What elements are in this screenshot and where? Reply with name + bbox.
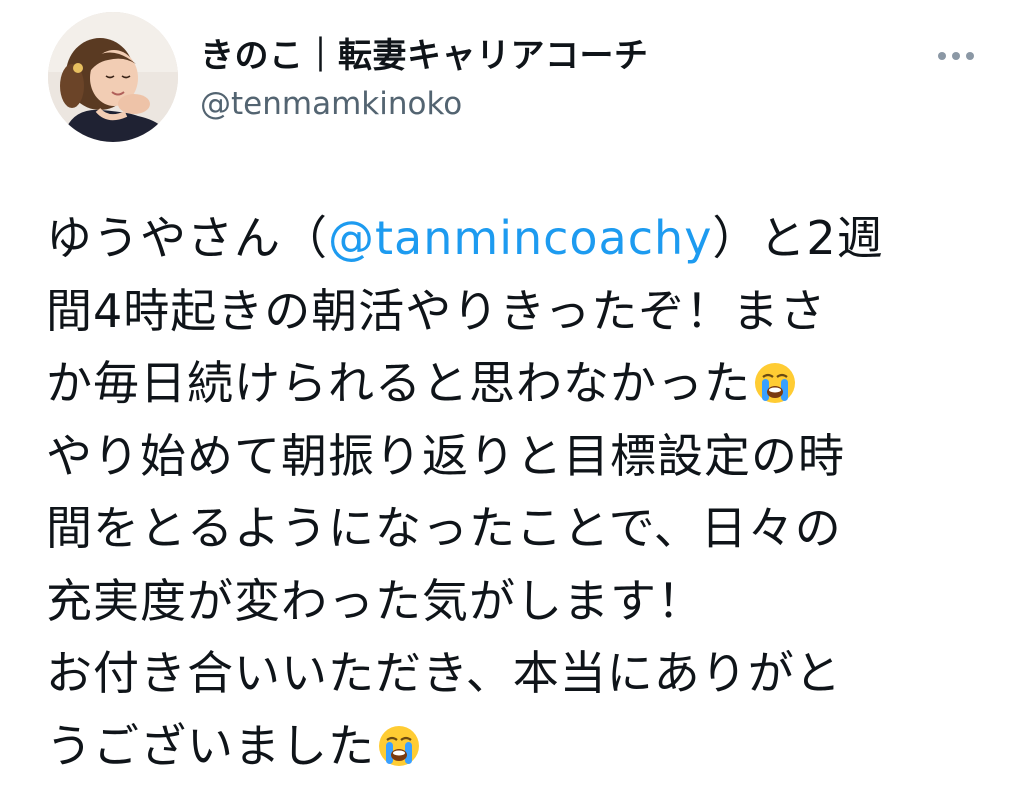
tweet-text-segment: ゆうやさん（ <box>46 211 328 265</box>
loudly-crying-face-icon <box>377 724 421 768</box>
mention-link[interactable]: @tanmincoachy <box>328 211 712 265</box>
author-display-name[interactable]: きのこ｜転妻キャリアコーチ <box>200 28 649 77</box>
avatar[interactable] <box>48 12 178 142</box>
tweet-line-7: お付き合いいただき、本当にありがと <box>46 646 842 700</box>
tweet-text: ゆうやさん（@tanmincoachy）と2週 間4時起きの朝活やりきったぞ！ま… <box>46 202 1006 782</box>
tweet-line-6: 充実度が変わった気がします！ <box>46 573 704 628</box>
tweet-line-5: 間をとるようになったことで、日々の <box>46 501 842 555</box>
tweet-text-segment: うございました <box>46 718 375 773</box>
tweet-line-3: か毎日続けられると思わなかった <box>46 347 1006 420</box>
tweet-text-segment: ）と2週 <box>712 211 884 265</box>
more-horizontal-icon[interactable] <box>936 50 976 62</box>
tweet-line-4: やり始めて朝振り返りと目標設定の時 <box>46 428 845 483</box>
author-handle[interactable]: @tenmamkinoko <box>200 86 462 122</box>
tweet-text-segment: か毎日続けられると思わなかった <box>46 356 751 410</box>
profile-photo <box>48 12 178 142</box>
tweet-line-8: うございました <box>46 710 1006 783</box>
tweet-line-1: ゆうやさん（@tanmincoachy）と2週 <box>46 202 1006 275</box>
loudly-crying-face-icon <box>753 361 797 405</box>
tweet-line-2: 間4時起きの朝活やりきったぞ！まさ <box>46 283 827 338</box>
